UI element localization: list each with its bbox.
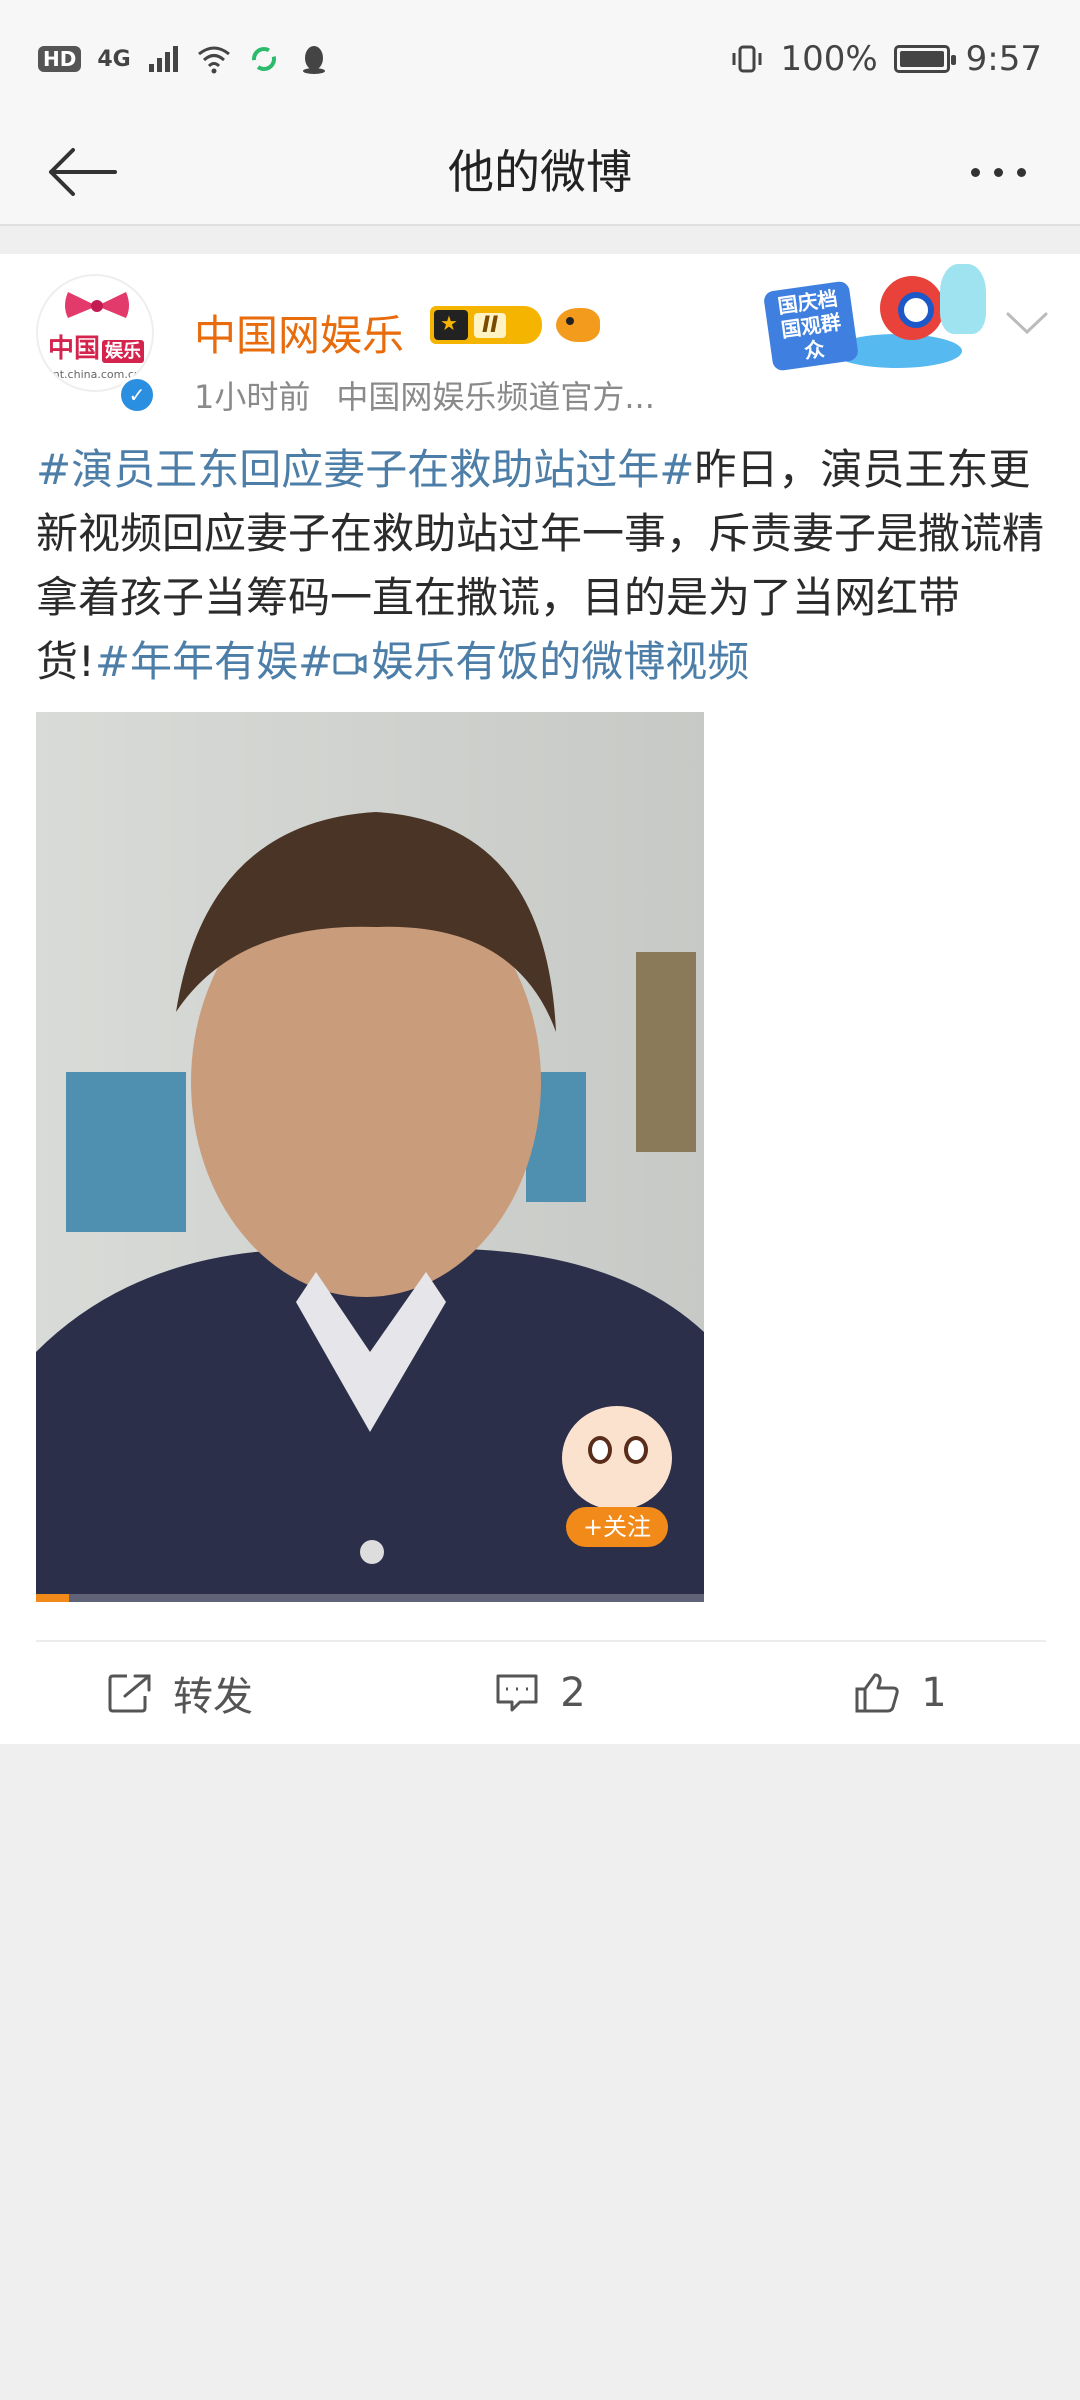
user-name[interactable]: 中国网娱乐 — [194, 302, 404, 363]
video-link[interactable]: 娱乐有饭的微博视频 — [333, 637, 749, 686]
avatar-logo-tag: 娱乐 — [102, 340, 145, 363]
battery-icon — [893, 45, 956, 73]
more-dot — [993, 167, 1003, 177]
video-follow-button[interactable]: +关注 — [566, 1507, 668, 1547]
post-card: 中国娱乐 ent.china.com.cn ✓ 中国网娱乐 II 1小时前中国网… — [0, 254, 1080, 1744]
comment-count: 2 — [560, 1670, 586, 1716]
post-time: 1小时前 — [194, 378, 311, 416]
avatar[interactable]: 中国 娱乐 ent.china.com.cn — [36, 274, 154, 392]
battery-percent: 100% — [780, 39, 878, 79]
sync-icon — [251, 47, 276, 71]
mascot-icon — [880, 276, 944, 340]
status-bar: HD 4G 100% 9:57 — [0, 0, 1080, 118]
signal-icon — [148, 46, 178, 72]
nav-bar: 他的微博 — [0, 118, 1080, 226]
rank-badge[interactable]: II — [430, 306, 542, 344]
video-icon — [333, 653, 367, 675]
page-title: 他的微博 — [448, 145, 632, 199]
video-player[interactable]: +关注 — [36, 712, 704, 1602]
status-right: 100% 9:57 — [730, 39, 1042, 79]
back-button[interactable] — [40, 142, 124, 202]
clock: 9:57 — [965, 39, 1042, 79]
repost-label: 转发 — [173, 1674, 253, 1720]
promo-badge[interactable]: 国庆档 国观群众 — [762, 264, 992, 374]
like-button[interactable]: 1 — [720, 1642, 1080, 1744]
wifi-icon — [197, 46, 230, 74]
promo-text: 国庆档 国观群众 — [762, 280, 860, 372]
like-count: 1 — [921, 1670, 947, 1716]
bow-icon — [65, 292, 129, 318]
arrow-left-icon — [49, 148, 117, 196]
post-source: 中国网娱乐频道官方... — [336, 378, 655, 416]
chevron-down-icon[interactable] — [1004, 306, 1050, 340]
comment-button[interactable]: 2 — [360, 1642, 720, 1744]
verified-icon: ✓ — [118, 376, 156, 414]
hd-badge: HD — [38, 46, 82, 72]
status-left: HD 4G — [38, 44, 331, 74]
avatar-logo: 中国 娱乐 — [48, 328, 145, 365]
fish-badge-icon[interactable] — [556, 308, 600, 342]
post-meta: 1小时前 中国网娱乐频道官方... — [194, 372, 655, 418]
hashtag-link[interactable]: #演员王东回应妻子在救助站过年# — [36, 445, 694, 494]
qq-icon — [302, 46, 325, 74]
crown-icon — [434, 310, 468, 340]
avatar-logo-text: 中国 — [48, 334, 101, 364]
more-dots-icon — [970, 167, 980, 177]
video-link-text: 娱乐有饭的微博视频 — [371, 637, 750, 686]
vibrate-icon — [732, 45, 762, 73]
comment-icon — [496, 1674, 538, 1712]
network-type: 4G — [97, 46, 131, 72]
video-progress-track[interactable] — [36, 1594, 704, 1602]
sticker-icon — [562, 1406, 672, 1510]
post-text: #演员王东回应妻子在救助站过年#昨日，演员王东更新视频回应妻子在救助站过年一事，… — [36, 438, 1046, 694]
more-button[interactable] — [956, 148, 1040, 196]
action-bar: 转发 2 1 — [0, 1642, 1080, 1744]
hashtag-link[interactable]: #年年有娱# — [95, 637, 333, 686]
rank-level: II — [474, 312, 507, 338]
thumbs-up-icon — [855, 1673, 899, 1713]
share-icon — [108, 1674, 151, 1713]
bubble-icon — [940, 264, 986, 334]
video-progress-fill — [36, 1594, 70, 1602]
more-dot — [1016, 167, 1026, 177]
repost-button[interactable]: 转发 — [0, 1642, 360, 1744]
